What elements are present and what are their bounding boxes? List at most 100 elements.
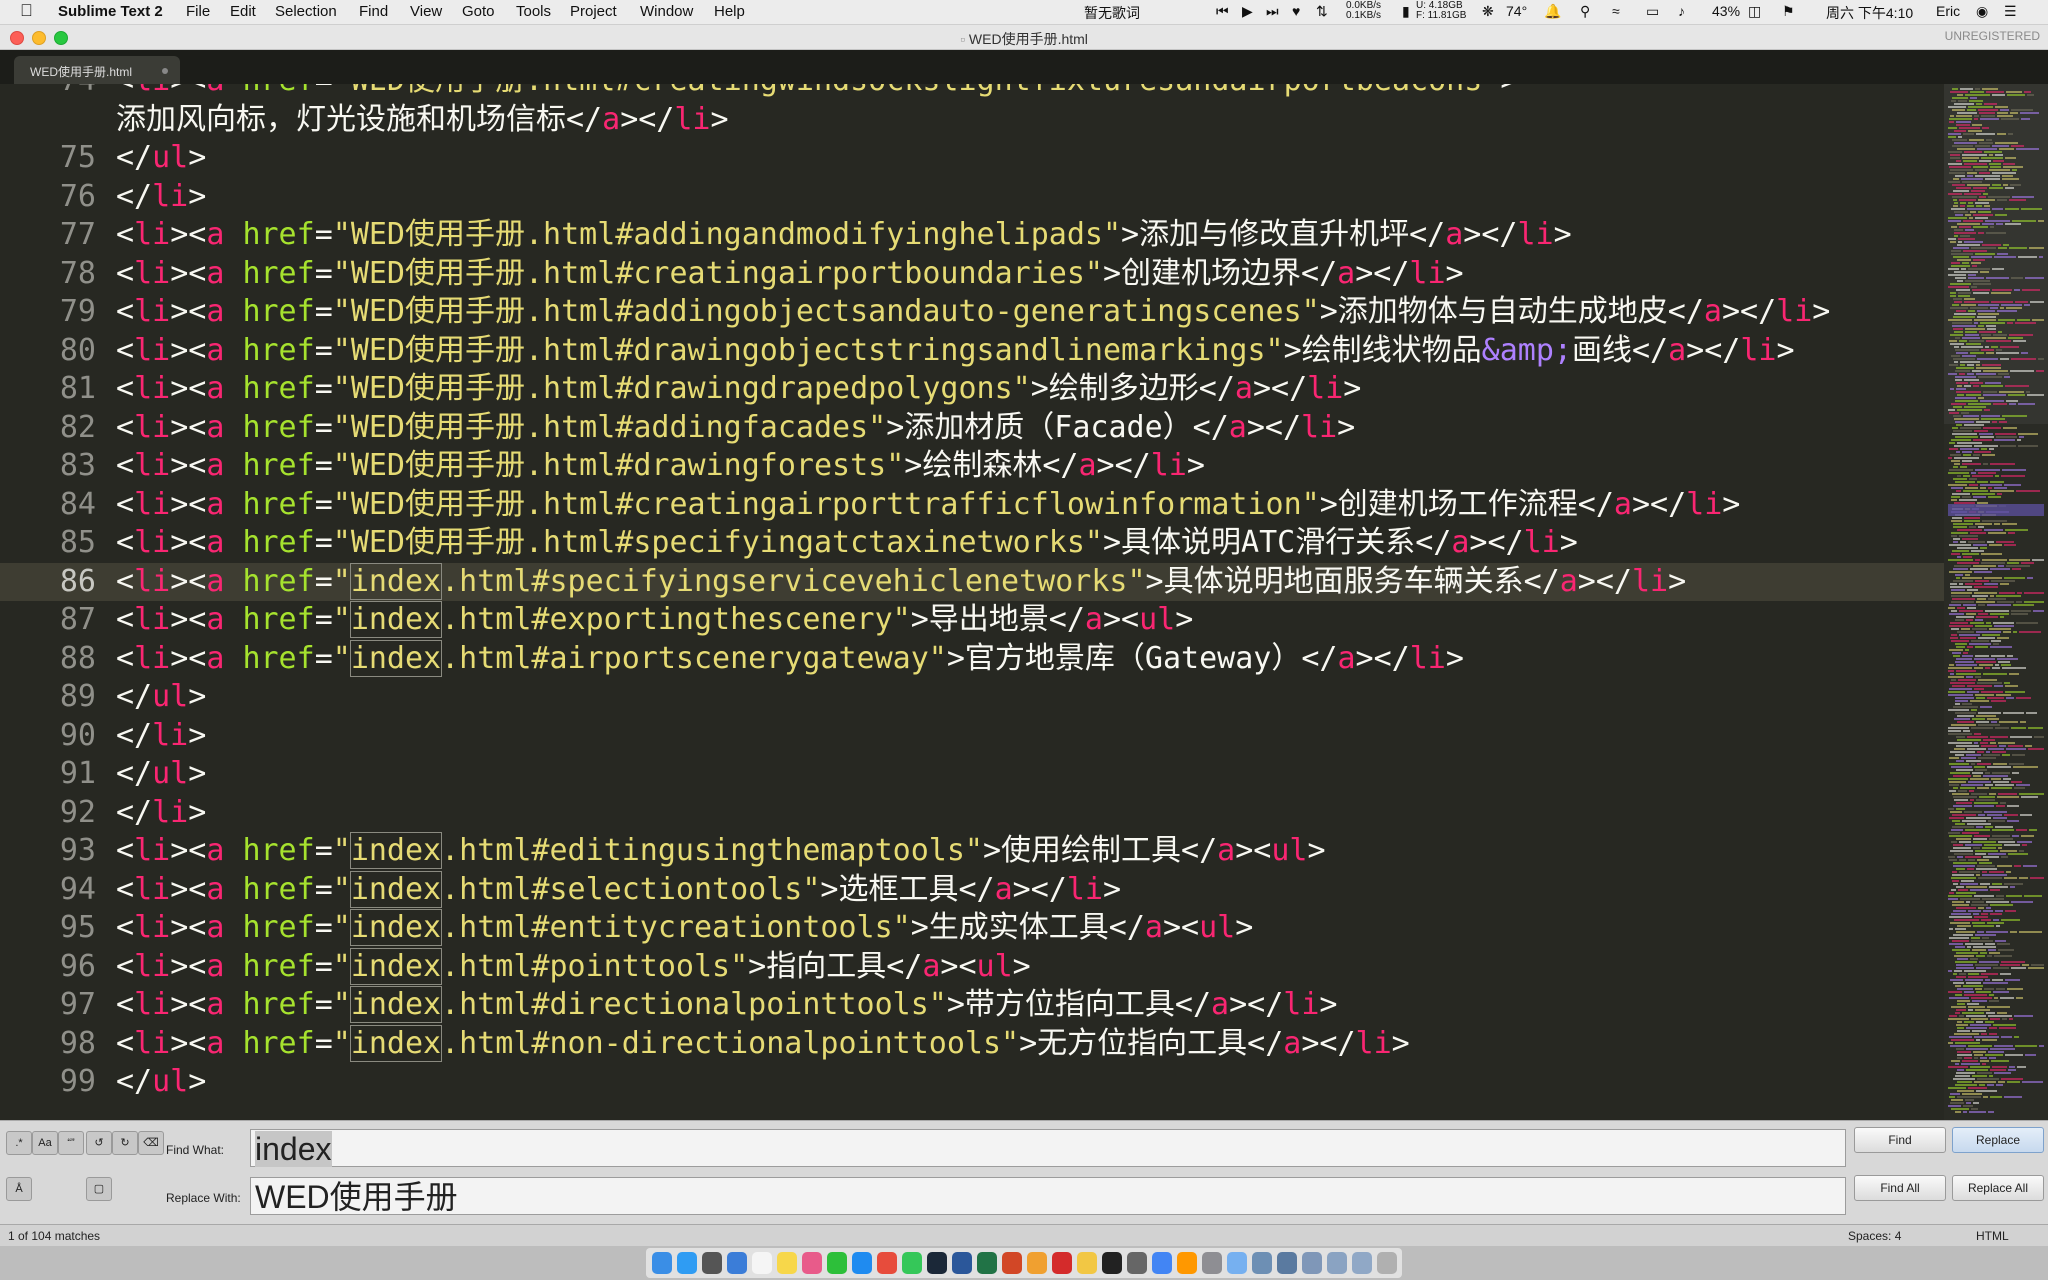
code-editor[interactable]: 7475767778798081828384858687888990919293… bbox=[0, 84, 1944, 1120]
qq-dock-icon[interactable] bbox=[852, 1252, 872, 1274]
menu-view[interactable]: View bbox=[410, 3, 442, 20]
next-track-icon[interactable]: ⏭ bbox=[1266, 3, 1279, 20]
wechat-dock-icon[interactable] bbox=[827, 1252, 847, 1274]
code-line[interactable]: <li><a href="index.html#exportingthescen… bbox=[116, 601, 1193, 639]
in-selection-icon[interactable]: ↻ bbox=[112, 1131, 138, 1155]
menu-edit[interactable]: Edit bbox=[230, 3, 256, 20]
mail-dock-icon[interactable] bbox=[727, 1252, 747, 1274]
menu-selection[interactable]: Selection bbox=[275, 3, 337, 20]
tab-wed-manual[interactable]: WED使用手册.html bbox=[14, 56, 180, 84]
steam-dock-icon[interactable] bbox=[927, 1252, 947, 1274]
word-dock-icon[interactable] bbox=[952, 1252, 972, 1274]
code-line[interactable]: <li><a href="index.html#directionalpoint… bbox=[116, 986, 1337, 1024]
code-line[interactable]: <li><a href="index.html#pointtools">指向工具… bbox=[116, 948, 1031, 986]
notification-bell-icon[interactable]: 🔔 bbox=[1544, 3, 1561, 20]
volume-icon[interactable]: ♪ bbox=[1678, 3, 1685, 19]
wifi-icon[interactable]: ≈ bbox=[1612, 3, 1620, 19]
code-line[interactable]: <li><a href="index.html#selectiontools">… bbox=[116, 871, 1121, 909]
code-line[interactable]: 添加风向标，灯光设施和机场信标</a></li> bbox=[116, 101, 729, 139]
qqmusic-dock-icon[interactable] bbox=[1077, 1252, 1097, 1274]
syntax-mode[interactable]: HTML bbox=[1976, 1229, 2009, 1243]
code-line[interactable]: <li><a href="WED使用手册.html#creatingwindso… bbox=[116, 84, 1518, 100]
replace-input[interactable]: WED使用手册 bbox=[250, 1177, 1846, 1215]
preferences-dock-icon[interactable] bbox=[1202, 1252, 1222, 1274]
photos-dock-icon[interactable] bbox=[802, 1252, 822, 1274]
input-source-flag-icon[interactable]: ⚑ bbox=[1782, 3, 1795, 20]
folder-b-dock-icon[interactable] bbox=[1277, 1252, 1297, 1274]
code-area[interactable]: <li><a href="WED使用手册.html#creatingwindso… bbox=[116, 84, 1944, 1120]
find-input[interactable]: index bbox=[250, 1129, 1846, 1167]
unsaved-dot-icon[interactable] bbox=[162, 68, 168, 74]
heart-icon[interactable]: ♥ bbox=[1292, 3, 1300, 19]
spotlight-dock-icon[interactable] bbox=[702, 1252, 722, 1274]
menu-help[interactable]: Help bbox=[714, 3, 745, 20]
code-line[interactable]: <li><a href="WED使用手册.html#specifyingatct… bbox=[116, 524, 1578, 562]
indentation-setting[interactable]: Spaces: 4 bbox=[1848, 1229, 1901, 1243]
search-icon[interactable]: ⚲ bbox=[1580, 3, 1590, 20]
code-line[interactable]: </li> bbox=[116, 178, 206, 216]
user-name[interactable]: Eric bbox=[1936, 3, 1960, 19]
code-line[interactable]: <li><a href="index.html#non-directionalp… bbox=[116, 1025, 1410, 1063]
menu-tools[interactable]: Tools bbox=[516, 3, 551, 20]
code-line[interactable]: <li><a href="WED使用手册.html#creatingairpor… bbox=[116, 486, 1740, 524]
menu-goto[interactable]: Goto bbox=[462, 3, 495, 20]
highlight-matches-icon[interactable]: ⌫ bbox=[138, 1131, 164, 1155]
code-line[interactable]: <li><a href="WED使用手册.html#drawingdrapedp… bbox=[116, 370, 1361, 408]
battery-percent[interactable]: 43% bbox=[1712, 3, 1740, 19]
apple-icon[interactable]:  bbox=[20, 1, 33, 21]
sublime-dock-icon[interactable] bbox=[1177, 1252, 1197, 1274]
excel-dock-icon[interactable] bbox=[977, 1252, 997, 1274]
preserve-case-icon[interactable]: Å bbox=[6, 1177, 32, 1201]
case-sensitive-toggle[interactable]: Aa bbox=[32, 1131, 58, 1155]
play-icon[interactable]: ▶ bbox=[1242, 3, 1253, 20]
code-line[interactable]: <li><a href="index.html#editingusingthem… bbox=[116, 832, 1326, 870]
code-line[interactable]: <li><a href="index.html#airportsceneryga… bbox=[116, 640, 1464, 678]
airplay-icon[interactable]: ▭ bbox=[1646, 3, 1659, 20]
folder-a-dock-icon[interactable] bbox=[1252, 1252, 1272, 1274]
code-line[interactable]: <li><a href="WED使用手册.html#addingandmodif… bbox=[116, 216, 1572, 254]
code-line[interactable]: <li><a href="index.html#specifyingservic… bbox=[116, 563, 1686, 601]
code-line[interactable]: </li> bbox=[116, 794, 206, 832]
messages-dock-icon[interactable] bbox=[902, 1252, 922, 1274]
code-line[interactable]: </ul> bbox=[116, 139, 206, 177]
siri-icon[interactable]: ◉ bbox=[1976, 3, 1988, 20]
find-all-button[interactable]: Find All bbox=[1854, 1175, 1946, 1201]
battery-icon[interactable]: ◫ bbox=[1748, 3, 1761, 20]
folder-e-dock-icon[interactable] bbox=[1352, 1252, 1372, 1274]
scripts-dock-icon[interactable] bbox=[1127, 1252, 1147, 1274]
previous-track-icon[interactable]: ⏮ bbox=[1216, 3, 1229, 20]
menu-project[interactable]: Project bbox=[570, 3, 617, 20]
preview-dock-icon[interactable] bbox=[1227, 1252, 1247, 1274]
notes-dock-icon[interactable] bbox=[777, 1252, 797, 1274]
notification-center-icon[interactable]: ☰ bbox=[2004, 3, 2017, 20]
menu-window[interactable]: Window bbox=[640, 3, 693, 20]
safari-dock-icon[interactable] bbox=[677, 1252, 697, 1274]
app-name-menu[interactable]: Sublime Text 2 bbox=[58, 3, 163, 20]
code-line[interactable]: <li><a href="WED使用手册.html#creatingairpor… bbox=[116, 255, 1464, 293]
regex-toggle[interactable]: .* bbox=[6, 1131, 32, 1155]
menu-file[interactable]: File bbox=[186, 3, 210, 20]
replace-toggle-icon[interactable]: ▢ bbox=[86, 1177, 112, 1201]
netease-music-dock-icon[interactable] bbox=[1052, 1252, 1072, 1274]
code-line[interactable]: <li><a href="WED使用手册.html#drawingforests… bbox=[116, 447, 1205, 485]
temperature[interactable]: 74° bbox=[1506, 3, 1527, 19]
folder-c-dock-icon[interactable] bbox=[1302, 1252, 1322, 1274]
terminal-dock-icon[interactable] bbox=[1102, 1252, 1122, 1274]
powerpoint-dock-icon[interactable] bbox=[1002, 1252, 1022, 1274]
menu-find[interactable]: Find bbox=[359, 3, 388, 20]
code-line[interactable]: <li><a href="index.html#entitycreationto… bbox=[116, 909, 1253, 947]
code-line[interactable]: <li><a href="WED使用手册.html#addingfacades"… bbox=[116, 409, 1355, 447]
calendar-dock-icon[interactable] bbox=[752, 1252, 772, 1274]
code-line[interactable]: </ul> bbox=[116, 755, 206, 793]
code-line[interactable]: </ul> bbox=[116, 1063, 206, 1101]
music-dock-icon[interactable] bbox=[877, 1252, 897, 1274]
replace-button[interactable]: Replace bbox=[1952, 1127, 2044, 1153]
finder-dock-icon[interactable] bbox=[652, 1252, 672, 1274]
replace-all-button[interactable]: Replace All bbox=[1952, 1175, 2044, 1201]
code-line[interactable]: <li><a href="WED使用手册.html#drawingobjects… bbox=[116, 332, 1795, 370]
chrome-dock-icon[interactable] bbox=[1152, 1252, 1172, 1274]
clock[interactable]: 周六 下午4:10 bbox=[1826, 3, 1913, 23]
find-button[interactable]: Find bbox=[1854, 1127, 1946, 1153]
folder-d-dock-icon[interactable] bbox=[1327, 1252, 1347, 1274]
books-dock-icon[interactable] bbox=[1027, 1252, 1047, 1274]
